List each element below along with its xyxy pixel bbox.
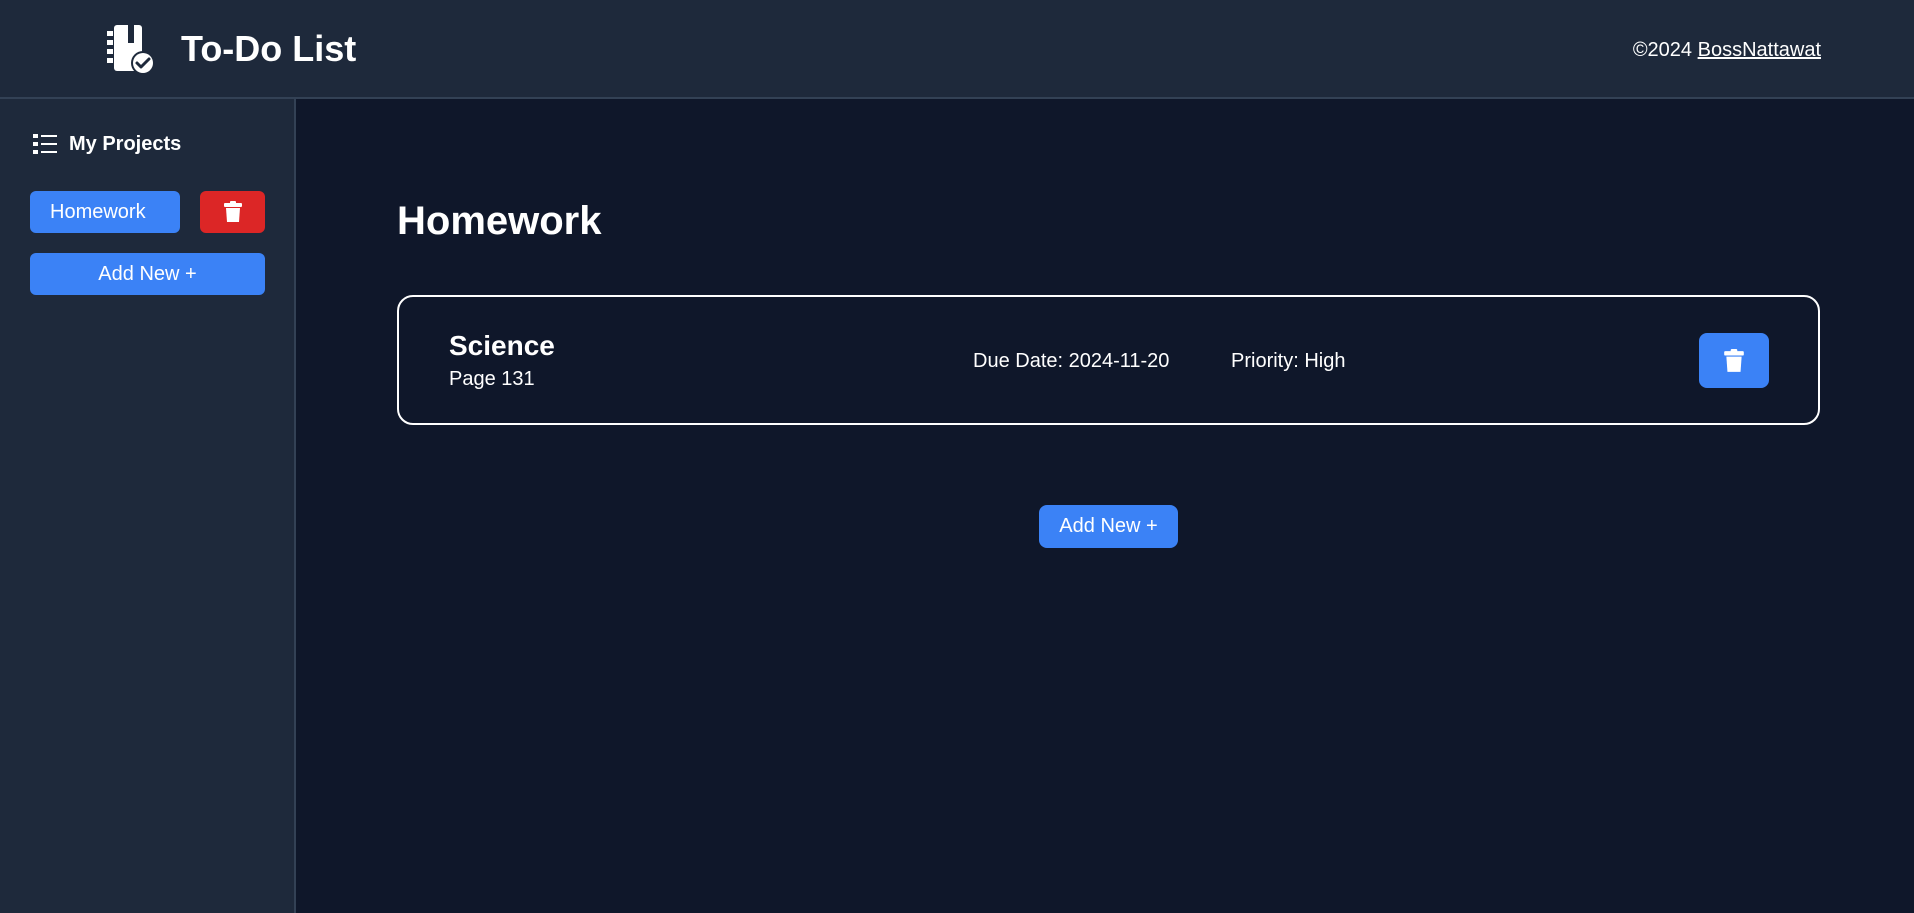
task-name: Science	[449, 330, 555, 361]
sidebar-header: My Projects	[33, 131, 181, 157]
sidebar: My Projects Homework Add New +	[0, 99, 296, 913]
notebook-check-icon	[107, 25, 155, 75]
project-item-homework[interactable]: Homework	[30, 191, 180, 233]
add-project-button[interactable]: Add New +	[30, 253, 265, 295]
trash-icon	[223, 201, 242, 222]
author-link[interactable]: BossNattawat	[1698, 39, 1821, 61]
project-title: Homework	[397, 199, 602, 243]
sidebar-title: My Projects	[69, 132, 182, 155]
copyright: ©2024 BossNattawat	[1633, 38, 1821, 62]
add-task-button[interactable]: Add New +	[1039, 505, 1178, 548]
app-header: To-Do List ©2024 BossNattawat	[0, 0, 1914, 99]
task-description: Page 131	[449, 368, 535, 390]
copyright-text: ©2024	[1632, 39, 1698, 61]
delete-project-button[interactable]	[200, 191, 265, 233]
task-due-date: Due Date: 2024-11-20	[973, 350, 1170, 372]
delete-task-button[interactable]	[1699, 333, 1769, 388]
task-priority: Priority: High	[1231, 350, 1346, 372]
task-card: Science Page 131 Due Date: 2024-11-20 Pr…	[397, 295, 1820, 425]
list-icon	[33, 134, 57, 154]
app-title: To-Do List	[181, 28, 357, 69]
trash-icon	[1724, 348, 1744, 372]
